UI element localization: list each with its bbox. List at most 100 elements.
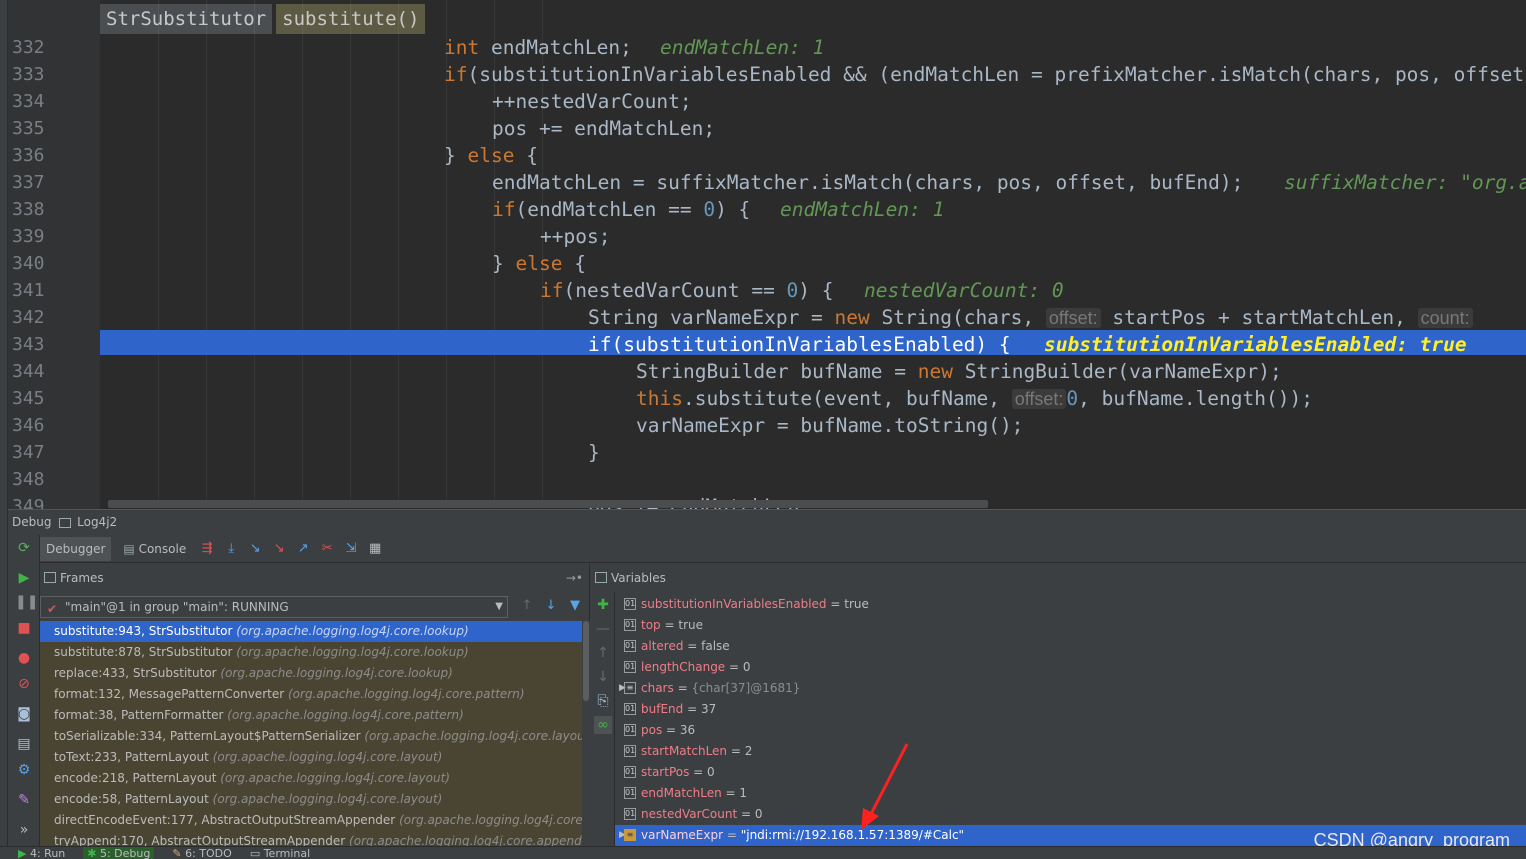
tool-tab-label: 6: TODO <box>185 847 232 859</box>
variable-row[interactable]: 01 altered = false <box>615 636 1526 657</box>
debug-tabs: Debugger ▤ Console ⇶ ⤓ ↘ ↘ ↗ ✂ ⇲ ▦ <box>40 535 1526 563</box>
frame-row[interactable]: toSerializable:334, PatternLayout$Patter… <box>40 726 582 747</box>
more-icon[interactable]: » <box>15 821 33 839</box>
frames-scrollbar[interactable] <box>582 621 590 847</box>
code-line-332[interactable]: 332 int endMatchLen; endMatchLen: 1 <box>0 34 1526 61</box>
watches-toggle-icon[interactable]: ∞ <box>594 716 612 734</box>
move-up-icon[interactable]: ↑ <box>594 644 612 662</box>
variable-row[interactable]: 01 startMatchLen = 2 <box>615 741 1526 762</box>
code-line-344[interactable]: 344 StringBuilder bufName = new StringBu… <box>0 358 1526 385</box>
bug-icon: ✱ <box>87 847 100 859</box>
restart-icon[interactable]: ⟳ <box>15 539 33 557</box>
variable-row[interactable]: 01 bufEnd = 37 <box>615 699 1526 720</box>
frames-scrollbar-thumb[interactable] <box>583 621 589 701</box>
code-line-346[interactable]: 346 varNameExpr = bufName.toString(); <box>0 412 1526 439</box>
remove-watch-icon[interactable]: — <box>594 620 612 638</box>
run-to-cursor-icon[interactable]: ⇲ <box>342 540 360 558</box>
inline-value-hint: endMatchLen: 1 <box>660 36 825 59</box>
frame-row[interactable]: directEncodeEvent:177, AbstractOutputStr… <box>40 810 582 831</box>
run-config-tab[interactable]: Log4j2 <box>77 515 117 529</box>
evaluate-icon[interactable]: ▦ <box>366 540 384 558</box>
stop-icon[interactable]: ■ <box>15 619 33 637</box>
code-line-335[interactable]: 335 pos += endMatchLen; <box>0 115 1526 142</box>
tool-tab-todo[interactable]: ✎ 6: TODO <box>172 847 231 859</box>
parameter-hint: count: <box>1417 308 1473 328</box>
code-token: (endMatchLen == <box>515 198 704 221</box>
variable-row[interactable]: 01 pos = 36 <box>615 720 1526 741</box>
code-editor[interactable]: StrSubstitutor substitute() 332 int endM… <box>0 0 1526 509</box>
tool-tab-debug[interactable]: ✱ 5: Debug <box>83 847 155 859</box>
resume-icon[interactable]: ▶ <box>15 569 33 587</box>
code-line-333[interactable]: 333 if(substitutionInVariablesEnabled &&… <box>0 61 1526 88</box>
field-icon: 01 <box>624 766 636 778</box>
breadcrumb-class[interactable]: StrSubstitutor <box>100 4 273 34</box>
code-line-341[interactable]: 341 if(nestedVarCount == 0) { nestedVarC… <box>0 277 1526 304</box>
frame-row[interactable]: encode:58, PatternLayout (org.apache.log… <box>40 789 582 810</box>
tool-tab-terminal[interactable]: ▭ Terminal <box>250 847 310 859</box>
code-token: int <box>444 36 480 59</box>
breadcrumb: StrSubstitutor substitute() <box>100 4 426 34</box>
code-line-339[interactable]: 339 ++pos; <box>0 223 1526 250</box>
filter-icon[interactable]: ▼ <box>566 598 584 616</box>
tab-console[interactable]: ▤ Console <box>117 537 192 561</box>
field-icon: 01 <box>624 661 636 673</box>
code-line-343[interactable]: 343 if(substitutionInVariablesEnabled) {… <box>0 331 1526 358</box>
code-line-337[interactable]: 337 endMatchLen = suffixMatcher.isMatch(… <box>0 169 1526 196</box>
code-token: if <box>540 279 564 302</box>
thread-row: ✔ "main"@1 in group "main": RUNNING ▼ ↑ … <box>40 594 590 620</box>
tool-tab-run[interactable]: ▶ 4: Run <box>18 847 65 859</box>
add-watch-icon[interactable]: ✚ <box>594 596 612 614</box>
variable-row[interactable]: 01 nestedVarCount = 0 <box>615 804 1526 825</box>
variable-row[interactable]: 01 top = true <box>615 615 1526 636</box>
field-icon: 01 <box>624 808 636 820</box>
code-token: String(chars, <box>869 306 1046 329</box>
frame-row[interactable]: format:132, MessagePatternConverter (org… <box>40 684 582 705</box>
code-line-345[interactable]: 345 this.substitute(event, bufName, offs… <box>0 385 1526 412</box>
force-step-into-icon[interactable]: ↘ <box>270 540 288 558</box>
move-down-icon[interactable]: ↓ <box>594 668 612 686</box>
view-breakpoints-icon[interactable]: ● <box>15 649 33 667</box>
mute-breakpoints-icon[interactable]: ⊘ <box>15 675 33 693</box>
frame-row[interactable]: substitute:943, StrSubstitutor (org.apac… <box>40 621 582 642</box>
variable-name: nestedVarCount <box>641 807 738 821</box>
drop-frame-icon[interactable]: ✂ <box>318 540 336 558</box>
variable-name: altered <box>641 639 684 653</box>
line-number: 340 <box>12 253 45 274</box>
camera-icon[interactable]: ◙ <box>15 705 33 723</box>
frame-row[interactable]: tryAppend:170, AbstractOutputStreamAppen… <box>40 831 582 847</box>
code-line-347[interactable]: 347 } <box>0 439 1526 466</box>
frame-row[interactable]: encode:218, PatternLayout (org.apache.lo… <box>40 768 582 789</box>
code-line-334[interactable]: 334 ++nestedVarCount; <box>0 88 1526 115</box>
frame-row[interactable]: toText:233, PatternLayout (org.apache.lo… <box>40 747 582 768</box>
frame-row[interactable]: format:38, PatternFormatter (org.apache.… <box>40 705 582 726</box>
pin-icon[interactable]: ✎ <box>15 791 33 809</box>
code-line-338[interactable]: 338 if(endMatchLen == 0) { endMatchLen: … <box>0 196 1526 223</box>
variable-row[interactable]: 01 endMatchLen = 1 <box>615 783 1526 804</box>
code-line-342[interactable]: 342 String varNameExpr = new String(char… <box>0 304 1526 331</box>
thread-select[interactable]: ✔ "main"@1 in group "main": RUNNING ▼ <box>40 596 508 618</box>
frame-row[interactable]: replace:433, StrSubstitutor (org.apache.… <box>40 663 582 684</box>
show-execution-point-icon[interactable]: ⇶ <box>198 540 216 558</box>
run-config-icon <box>59 517 72 528</box>
step-into-icon[interactable]: ↘ <box>246 540 264 558</box>
frame-row[interactable]: substitute:878, StrSubstitutor (org.apac… <box>40 642 582 663</box>
arrow-down-icon[interactable]: ↓ <box>542 598 560 616</box>
code-line-348[interactable]: 348 <box>0 466 1526 493</box>
pane-options-icon[interactable]: →• <box>566 564 583 592</box>
layout-icon[interactable]: ▤ <box>15 735 33 753</box>
pause-icon[interactable]: ❚❚ <box>15 593 38 611</box>
step-out-icon[interactable]: ↗ <box>294 540 312 558</box>
code-line-340[interactable]: 340 } else { <box>0 250 1526 277</box>
copy-icon[interactable]: ⎘ <box>594 692 612 710</box>
editor-horizontal-scrollbar[interactable] <box>108 500 988 508</box>
code-line-336[interactable]: 336 } else { <box>0 142 1526 169</box>
code-token: .substitute(event, bufName, <box>682 387 1012 410</box>
variable-row[interactable]: 01 substitutionInVariablesEnabled = true <box>615 594 1526 615</box>
settings-icon[interactable]: ⚙ <box>15 761 33 779</box>
tab-debugger[interactable]: Debugger <box>40 536 112 561</box>
arrow-up-icon[interactable]: ↑ <box>518 598 536 616</box>
variable-row[interactable]: ▶ ≡ chars = {char[37]@1681} <box>615 678 1526 699</box>
step-over-icon[interactable]: ⤓ <box>222 540 240 558</box>
variable-row[interactable]: 01 lengthChange = 0 <box>615 657 1526 678</box>
variable-row[interactable]: 01 startPos = 0 <box>615 762 1526 783</box>
